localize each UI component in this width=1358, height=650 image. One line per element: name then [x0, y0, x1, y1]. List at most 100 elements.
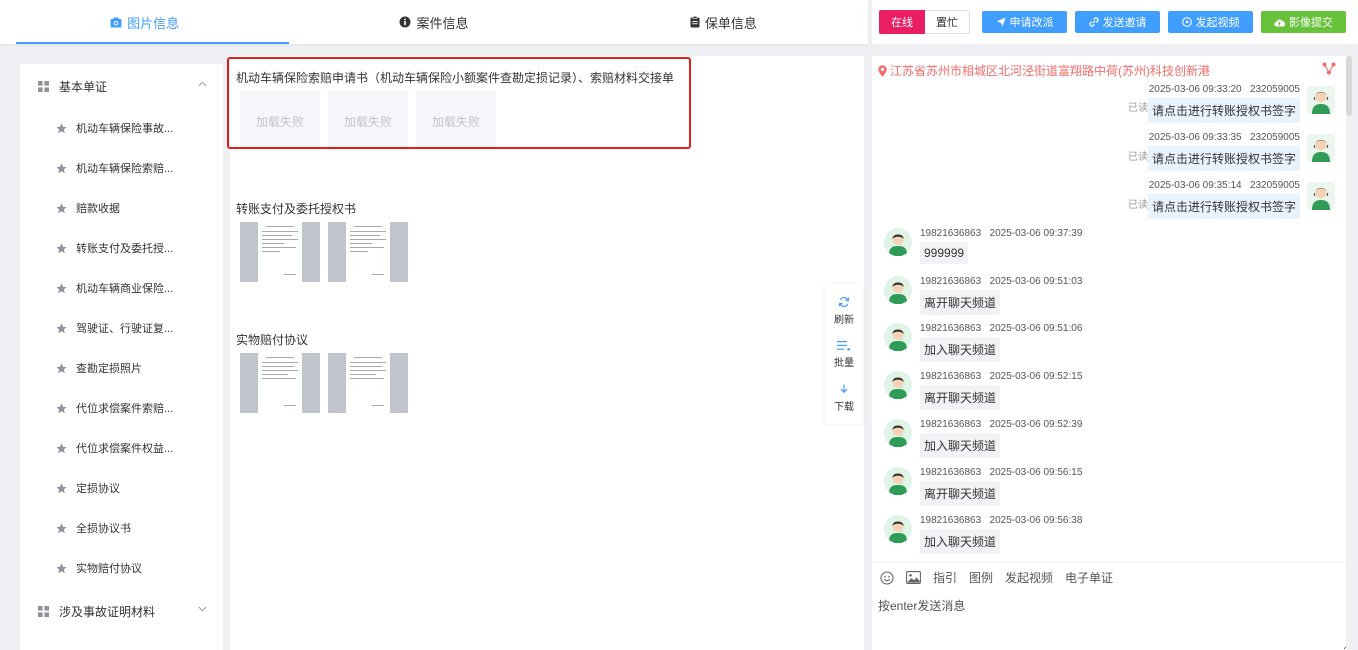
message-meta: 2025-03-06 09:35:14 232059005 [1148, 180, 1300, 191]
sidebar-item[interactable]: 赔款收据 [20, 188, 223, 228]
star-icon [56, 122, 67, 134]
float-tool-label: 批量 [834, 358, 854, 369]
agent-avatar [1307, 134, 1335, 162]
message-bubble[interactable]: 加入聊天频道 [920, 529, 1001, 554]
message-bubble[interactable]: 请点击进行转账授权书签字 [1147, 98, 1300, 123]
camera-icon [110, 17, 122, 28]
star-icon [56, 322, 67, 334]
grid-icon [38, 605, 49, 617]
group-label: 涉及事故证明材料 [59, 604, 156, 619]
apply-reassign-button[interactable]: 申请改派 [982, 11, 1067, 33]
send-invite-button[interactable]: 发送邀请 [1075, 11, 1160, 33]
chat-message-other: 19821636863 2025-03-06 09:52:39 加入聊天频道 [920, 419, 1082, 458]
emoji-button[interactable] [880, 570, 894, 585]
list-icon [837, 340, 851, 351]
sidebar-group-accident-proof[interactable]: 涉及事故证明材料 [20, 589, 223, 633]
image-load-failed[interactable]: 加载失败 [240, 91, 320, 151]
section-title-transfer-authorization: 转账支付及委托授权书 [236, 202, 357, 216]
star-icon [56, 442, 67, 454]
legend-button[interactable]: 图例 [969, 569, 993, 586]
download-button[interactable]: 下载 [825, 384, 863, 413]
document-thumbnail[interactable] [328, 222, 408, 282]
read-status: 已读 [1128, 103, 1148, 114]
customer-avatar [884, 419, 912, 447]
message-meta: 19821636863 2025-03-06 09:56:15 [920, 467, 1083, 478]
image-load-failed[interactable]: 加载失败 [416, 91, 496, 151]
sidebar-item-label: 查勘定损照片 [76, 363, 142, 375]
sidebar-item[interactable]: 实物赔付协议 [20, 548, 223, 588]
image-submit-button[interactable]: 影像提交 [1261, 11, 1346, 33]
chat-toolbar: 指引 图例 发起视频 电子单证 [880, 569, 1125, 586]
customer-avatar [884, 467, 912, 495]
read-status: 已读 [1128, 152, 1148, 163]
tab-policy-info[interactable]: 保单信息 [579, 0, 868, 44]
customer-avatar [884, 228, 912, 256]
scrollbar-thumb[interactable] [1346, 56, 1352, 116]
refresh-icon [838, 296, 850, 308]
star-icon [56, 402, 67, 414]
batch-button[interactable]: 批量 [825, 340, 863, 369]
document-thumbnail[interactable] [240, 353, 320, 413]
chat-divider [872, 562, 1352, 563]
button-label: 影像提交 [1289, 17, 1333, 29]
e-document-button[interactable]: 电子单证 [1065, 569, 1113, 586]
section-thumbs-physical-compensation [240, 353, 408, 413]
clipboard-icon [690, 16, 700, 28]
star-icon [56, 522, 67, 534]
star-icon [56, 162, 67, 174]
document-thumbnail[interactable] [240, 222, 320, 282]
message-bubble[interactable]: 加入聊天频道 [920, 433, 1001, 458]
document-page [258, 222, 302, 282]
message-bubble[interactable]: 加入聊天频道 [920, 337, 1001, 362]
sidebar-item[interactable]: 定损协议 [20, 468, 223, 508]
sidebar-item[interactable]: 机动车辆保险索赔... [20, 148, 223, 188]
sidebar-item[interactable]: 全损协议书 [20, 508, 223, 548]
sidebar-item[interactable]: 机动车辆商业保险... [20, 268, 223, 308]
sidebar-item[interactable]: 转账支付及委托授... [20, 228, 223, 268]
status-online-button[interactable]: 在线 [879, 10, 925, 34]
start-video-button[interactable]: 发起视频 [1168, 11, 1253, 33]
tab-image-info[interactable]: 图片信息 [0, 0, 290, 44]
sidebar-item-label: 代位求偿案件权益... [76, 443, 174, 455]
tab-case-info[interactable]: 案件信息 [289, 0, 578, 44]
document-page [258, 353, 302, 413]
share-icon[interactable] [1322, 62, 1336, 75]
message-meta: 19821636863 2025-03-06 09:37:39 [920, 228, 1083, 239]
star-icon [56, 202, 67, 214]
star-icon [56, 482, 67, 494]
sidebar-item[interactable]: 代位求偿案件权益... [20, 428, 223, 468]
chat-message-input[interactable] [872, 593, 1352, 650]
sidebar-item-label: 代位求偿案件索赔... [76, 403, 174, 415]
message-bubble[interactable]: 请点击进行转账授权书签字 [1147, 194, 1300, 219]
message-bubble[interactable]: 请点击进行转账授权书签字 [1147, 146, 1300, 171]
top-toolbar: 在线 置忙 申请改派 发送邀请 发起视频 影像提交 [872, 0, 1358, 44]
sidebar-item[interactable]: 机动车辆保险事故... [20, 108, 223, 148]
top-tabs: 图片信息 案件信息 保单信息 [0, 0, 868, 44]
chat-message-self: 2025-03-06 09:33:20 232059005 请点击进行转账授权书… [1147, 84, 1300, 123]
start-video-chat-button[interactable]: 发起视频 [1005, 569, 1053, 586]
sidebar-item[interactable]: 查勘定损照片 [20, 348, 223, 388]
chat-panel: 江苏省苏州市相城区北河泾街道富翔路中荷(苏州)科技创新港 2025-03-06 … [872, 56, 1352, 650]
document-thumbnail[interactable] [328, 353, 408, 413]
grid-icon [38, 80, 49, 92]
image-upload-button[interactable] [906, 571, 921, 584]
message-bubble[interactable]: 离开聊天频道 [920, 481, 1001, 506]
sidebar-item[interactable]: 驾驶证、行驶证复... [20, 308, 223, 348]
sidebar-item[interactable]: 代位求偿案件索赔... [20, 388, 223, 428]
status-busy-button[interactable]: 置忙 [925, 10, 970, 34]
message-bubble[interactable]: 999999 [920, 242, 969, 264]
message-meta: 19821636863 2025-03-06 09:52:39 [920, 419, 1083, 430]
chat-scrollbar[interactable] [1346, 56, 1352, 650]
refresh-button[interactable]: 刷新 [825, 296, 863, 326]
message-bubble[interactable]: 离开聊天频道 [920, 385, 1001, 410]
message-bubble[interactable]: 离开聊天频道 [920, 290, 1001, 315]
image-load-failed[interactable]: 加载失败 [328, 91, 408, 151]
cloud-upload-icon [1274, 18, 1285, 27]
sidebar-group-basic-docs[interactable]: 基本单证 [20, 64, 223, 108]
location-pin-icon [878, 64, 887, 77]
sidebar-item-label: 实物赔付协议 [76, 563, 142, 575]
guide-button[interactable]: 指引 [933, 569, 957, 586]
star-icon [56, 562, 67, 574]
read-status: 已读 [1128, 200, 1148, 211]
section-title-physical-compensation: 实物赔付协议 [236, 333, 309, 347]
